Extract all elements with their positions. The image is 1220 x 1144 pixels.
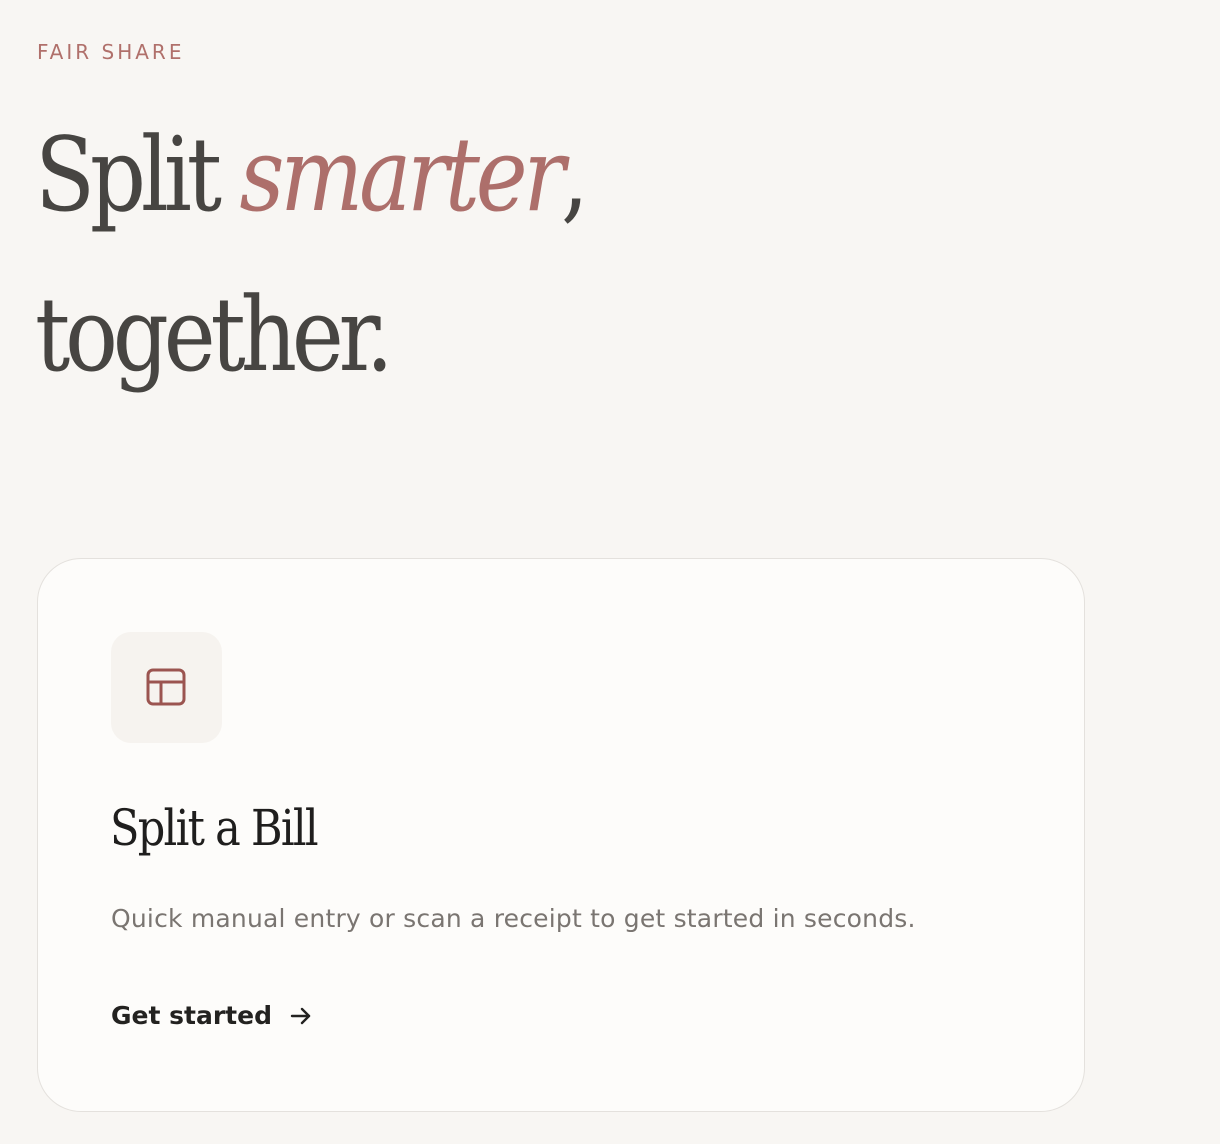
get-started-label: Get started — [111, 1001, 272, 1030]
hero-word-split: Split — [35, 116, 222, 235]
card-title: Split a Bill — [110, 799, 319, 857]
card-icon-tile — [111, 632, 222, 743]
hero-word-accent: smarter — [239, 116, 566, 235]
split-bill-card[interactable]: Split a Bill Quick manual entry or scan … — [37, 558, 1085, 1112]
card-description: Quick manual entry or scan a receipt to … — [111, 904, 916, 933]
hero-line-2: together. — [35, 276, 394, 395]
hero-title: Split smarter, together. — [35, 96, 589, 416]
get-started-button[interactable]: Get started — [111, 999, 312, 1033]
table-icon — [146, 668, 186, 706]
hero-line-1: Split smarter, — [35, 96, 589, 256]
eyebrow-label: FAIR SHARE — [37, 40, 185, 64]
arrow-right-icon — [290, 1007, 311, 1025]
hero-comma: , — [560, 116, 589, 235]
